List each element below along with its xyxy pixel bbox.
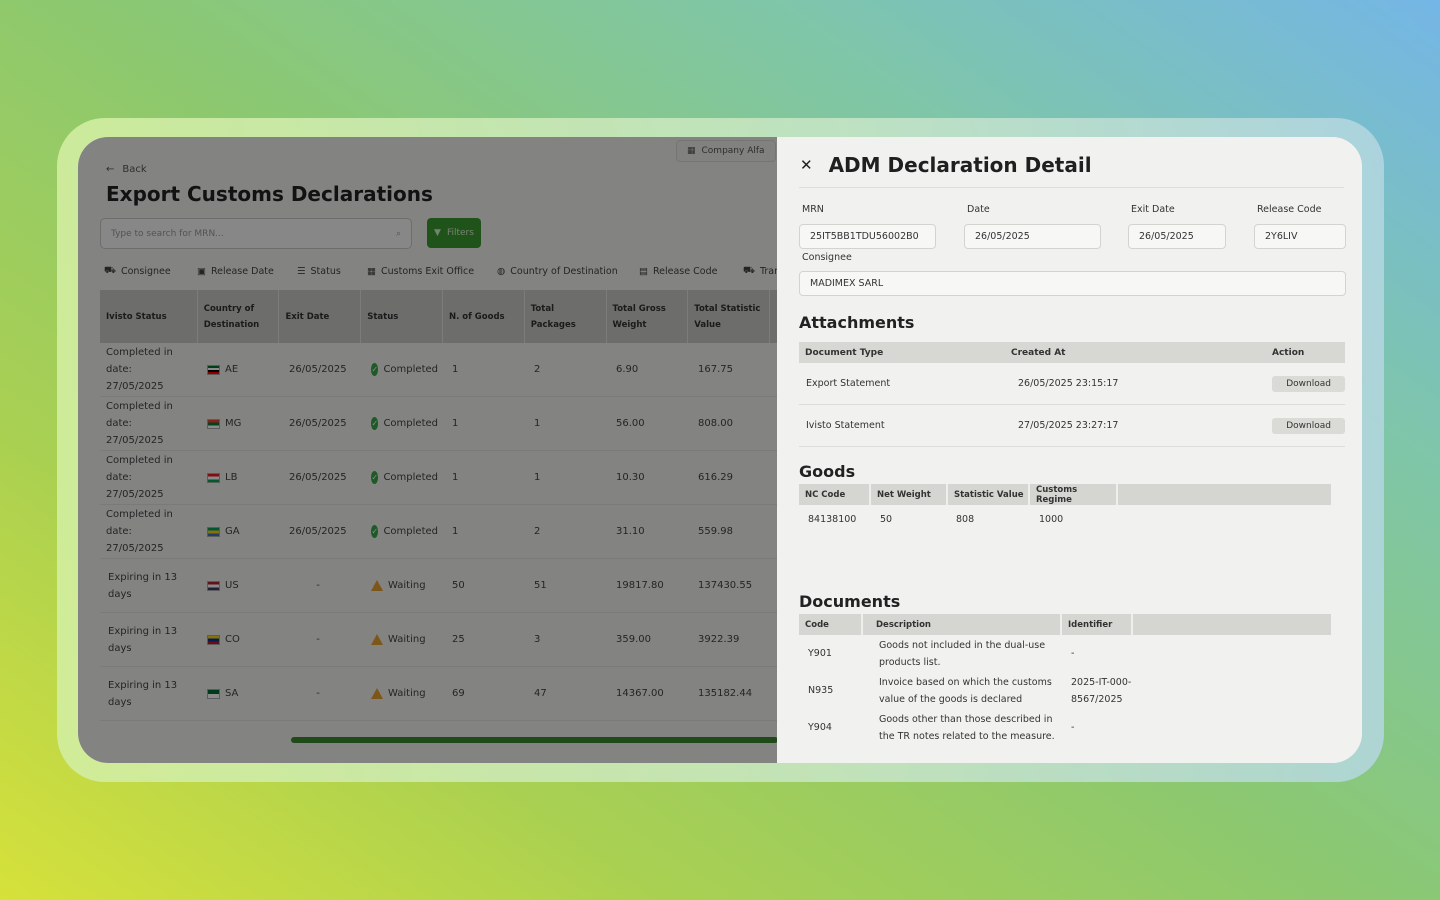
download-button[interactable]: Download bbox=[1272, 375, 1345, 392]
panel-title: ADM Declaration Detail bbox=[828, 153, 1092, 177]
goods-row: 84138100 50 808 1000 bbox=[799, 505, 1331, 533]
document-identifier: - bbox=[1071, 648, 1075, 659]
panel-header: ✕ ADM Declaration Detail bbox=[800, 153, 1092, 177]
consignee-field[interactable]: MADIMEX SARL bbox=[799, 271, 1346, 296]
date-field[interactable]: 26/05/2025 bbox=[964, 224, 1101, 249]
document-identifier: - bbox=[1071, 722, 1075, 733]
documents-body: Y901 Goods not included in the dual-use p… bbox=[799, 635, 1331, 746]
consignee-label: Consignee bbox=[802, 252, 852, 263]
goods-stat: 808 bbox=[956, 513, 975, 525]
goods-net: 50 bbox=[880, 513, 893, 525]
attachment-row: Ivisto Statement 27/05/2025 23:27:17 Dow… bbox=[799, 405, 1345, 447]
download-button[interactable]: Download bbox=[1272, 417, 1345, 434]
release-code-field[interactable]: 2Y6LIV bbox=[1254, 224, 1346, 249]
document-row: Y901 Goods not included in the dual-use p… bbox=[799, 635, 1331, 672]
documents-table: Code Description Identifier Y901 Goods no… bbox=[799, 614, 1331, 746]
close-icon[interactable]: ✕ bbox=[800, 156, 813, 174]
col-statistic-value: Statistic Value bbox=[948, 484, 1030, 505]
goods-regime: 1000 bbox=[1039, 513, 1064, 525]
declarations-page: ▦ Company Alfa ← Back Export Customs Dec… bbox=[78, 137, 778, 763]
attachment-row: Export Statement 26/05/2025 23:15:17 Dow… bbox=[799, 363, 1345, 405]
date-label: Date bbox=[967, 204, 990, 215]
document-row: N935 Invoice based on which the customs v… bbox=[799, 672, 1331, 709]
col-empty bbox=[1118, 484, 1331, 505]
mrn-label: MRN bbox=[802, 204, 824, 215]
goods-header: NC Code Net Weight Statistic Value Custo… bbox=[799, 484, 1331, 505]
goods-nc: 84138100 bbox=[808, 513, 857, 525]
attachments-table: Document Type Created At Action Export S… bbox=[799, 342, 1345, 447]
col-nc-code: NC Code bbox=[799, 484, 871, 505]
app-screen: ▦ Company Alfa ← Back Export Customs Dec… bbox=[78, 137, 1362, 763]
col-action: Action bbox=[1272, 347, 1305, 358]
exit-date-label: Exit Date bbox=[1131, 204, 1175, 215]
documents-title: Documents bbox=[799, 592, 901, 611]
declaration-detail-panel: ✕ ADM Declaration Detail MRN 25IT5BB1TDU… bbox=[777, 137, 1362, 763]
attachment-type: Ivisto Statement bbox=[806, 420, 885, 431]
col-document-type: Document Type bbox=[805, 347, 884, 358]
document-row: Y904 Goods other than those described in … bbox=[799, 709, 1331, 746]
attachment-type: Export Statement bbox=[806, 378, 891, 389]
modal-overlay[interactable] bbox=[78, 137, 778, 763]
release-code-label: Release Code bbox=[1257, 204, 1322, 215]
attachments-header: Document Type Created At Action bbox=[799, 342, 1345, 363]
document-code: N935 bbox=[808, 685, 834, 696]
document-description: Goods other than those described in the … bbox=[879, 713, 1055, 742]
exit-date-field[interactable]: 26/05/2025 bbox=[1128, 224, 1226, 249]
col-created-at: Created At bbox=[1011, 347, 1066, 358]
document-code: Y904 bbox=[808, 722, 832, 733]
divider bbox=[799, 187, 1344, 188]
col-net-weight: Net Weight bbox=[871, 484, 948, 505]
document-code: Y901 bbox=[808, 648, 832, 659]
mrn-field[interactable]: 25IT5BB1TDU56002B0 bbox=[799, 224, 936, 249]
col-empty bbox=[1133, 614, 1331, 635]
goods-table: NC Code Net Weight Statistic Value Custo… bbox=[799, 484, 1331, 533]
document-description: Invoice based on which the customs value… bbox=[879, 676, 1052, 705]
attachment-created: 27/05/2025 23:27:17 bbox=[1018, 420, 1119, 431]
attachments-title: Attachments bbox=[799, 313, 915, 332]
attachment-created: 26/05/2025 23:15:17 bbox=[1018, 378, 1119, 389]
document-identifier: 2025-IT-000-8567/2025 bbox=[1071, 676, 1132, 705]
col-description: Description bbox=[863, 614, 1062, 635]
goods-title: Goods bbox=[799, 462, 856, 481]
col-customs-regime: Customs Regime bbox=[1030, 484, 1118, 505]
col-code: Code bbox=[799, 614, 863, 635]
col-identifier: Identifier bbox=[1062, 614, 1133, 635]
document-description: Goods not included in the dual-use produ… bbox=[879, 639, 1046, 668]
documents-header: Code Description Identifier bbox=[799, 614, 1331, 635]
